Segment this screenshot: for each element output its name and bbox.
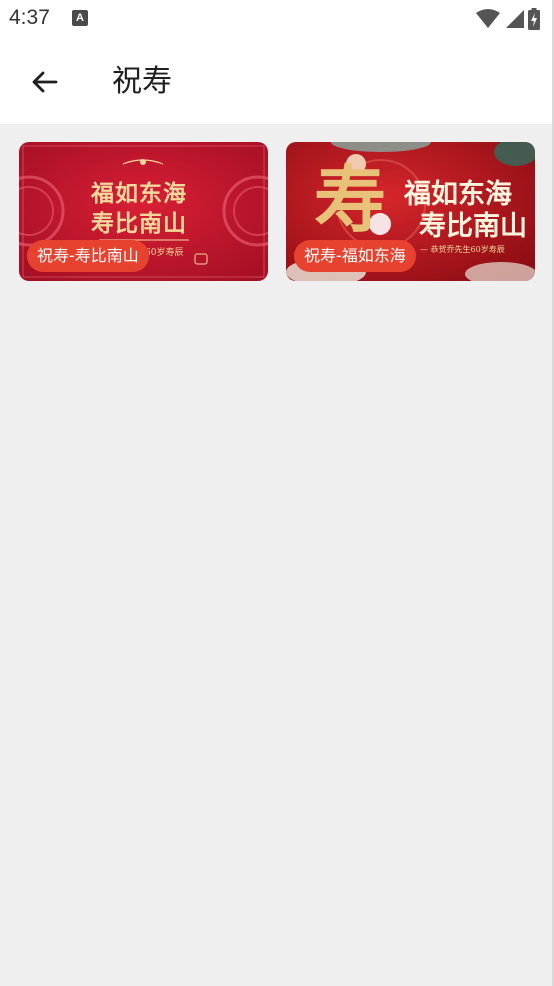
status-icons — [476, 8, 540, 30]
card-art-caption: — 恭贺乔先生60岁寿辰 — [420, 245, 505, 254]
card-art-line2: 寿比南山 — [91, 210, 187, 237]
wifi-icon — [476, 9, 500, 28]
battery-charging-icon — [528, 8, 540, 30]
arrow-left-icon — [32, 71, 58, 93]
template-grid: 福如东海 寿比南山 60岁寿辰 祝寿-寿比南山 寿 福如东海 寿比南山 — 恭贺… — [0, 124, 554, 986]
template-card-shoubinanshan[interactable]: 福如东海 寿比南山 60岁寿辰 祝寿-寿比南山 — [19, 142, 268, 281]
status-bar: 4:37 A — [0, 0, 554, 40]
card-art-line1: 福如东海 — [91, 180, 187, 207]
app-bar: 祝寿 — [0, 40, 554, 124]
template-card-furudonghai[interactable]: 寿 福如东海 寿比南山 — 恭贺乔先生60岁寿辰 祝寿-福如东海 — [286, 142, 535, 281]
card-label: 祝寿-寿比南山 — [27, 240, 149, 272]
notification-a-icon: A — [72, 10, 88, 26]
status-time: 4:37 — [9, 6, 50, 29]
card-label: 祝寿-福如东海 — [294, 240, 416, 272]
card-art-caption: 60岁寿辰 — [145, 248, 184, 258]
signal-icon — [506, 10, 524, 28]
card-art-line2: 寿比南山 — [419, 211, 527, 242]
card-art-big-char: 寿 — [314, 157, 387, 242]
page-title: 祝寿 — [112, 64, 172, 99]
back-button[interactable] — [22, 60, 66, 104]
